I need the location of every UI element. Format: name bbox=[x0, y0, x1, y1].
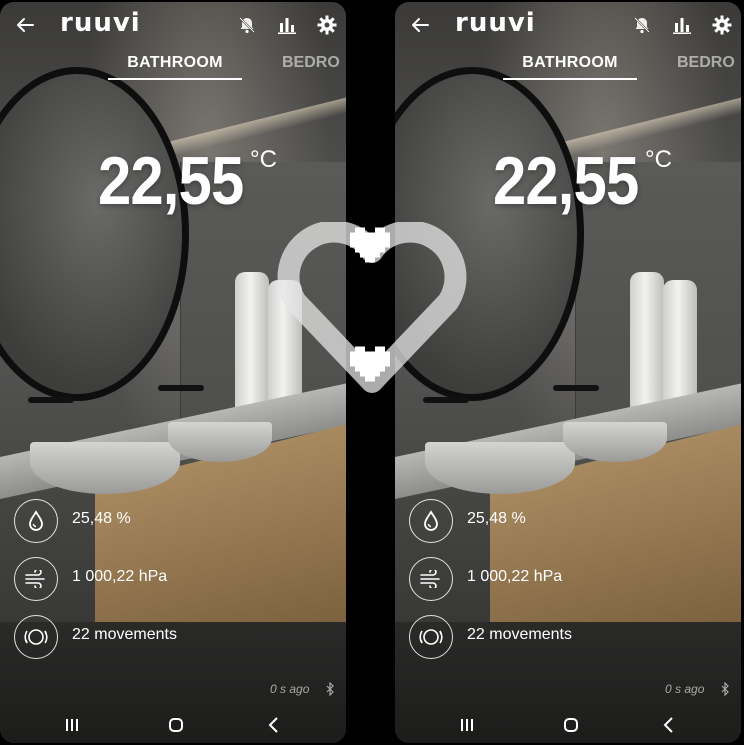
temperature-value: 22,55 bbox=[493, 143, 639, 219]
movement-value: 22 movements bbox=[467, 626, 572, 643]
movement-icon bbox=[14, 615, 58, 659]
movement-row[interactable]: 22 movements bbox=[14, 615, 314, 659]
pressure-row[interactable]: 1 000,22 hPa bbox=[14, 557, 314, 601]
scene-faucet bbox=[553, 385, 599, 391]
back-arrow-icon[interactable] bbox=[14, 14, 36, 36]
temperature-unit: °C bbox=[250, 146, 277, 173]
system-nav-bar bbox=[0, 707, 346, 743]
top-bar: ruuvi bbox=[395, 2, 741, 48]
back-arrow-icon[interactable] bbox=[409, 14, 431, 36]
gear-icon[interactable] bbox=[317, 15, 337, 35]
pixel-heart-icon bbox=[350, 227, 390, 263]
recent-apps-icon[interactable] bbox=[62, 715, 82, 735]
scene-mirror bbox=[0, 67, 189, 401]
bar-chart-icon[interactable] bbox=[672, 15, 692, 35]
gear-icon[interactable] bbox=[712, 15, 732, 35]
temperature-unit: °C bbox=[645, 146, 672, 173]
bell-off-icon[interactable] bbox=[632, 15, 652, 35]
nav-back-icon[interactable] bbox=[264, 715, 284, 735]
location-tabs: BATHROOM BEDRO bbox=[0, 52, 346, 82]
bell-off-icon[interactable] bbox=[237, 15, 257, 35]
last-updated: 0 s ago bbox=[270, 682, 310, 696]
app-logo: ruuvi bbox=[60, 8, 141, 38]
humidity-value: 25,48 % bbox=[467, 510, 526, 527]
location-tabs: BATHROOM BEDRO bbox=[395, 52, 741, 82]
humidity-value: 25,48 % bbox=[72, 510, 131, 527]
recent-apps-icon[interactable] bbox=[457, 715, 477, 735]
pressure-value: 1 000,22 hPa bbox=[467, 568, 563, 585]
tab-bedroom[interactable]: BEDRO bbox=[677, 54, 735, 72]
pixel-heart-icon bbox=[350, 346, 390, 382]
tab-bathroom[interactable]: BATHROOM bbox=[108, 54, 242, 80]
droplet-icon bbox=[14, 499, 58, 543]
bluetooth-icon bbox=[721, 682, 729, 696]
pressure-row[interactable]: 1 000,22 hPa bbox=[409, 557, 709, 601]
pressure-value: 1 000,22 hPa bbox=[72, 568, 168, 585]
tab-bedroom[interactable]: BEDRO bbox=[282, 54, 340, 72]
wind-icon bbox=[409, 557, 453, 601]
scene-towel bbox=[235, 272, 269, 422]
scene-faucet bbox=[158, 385, 204, 391]
humidity-row[interactable]: 25,48 % bbox=[409, 499, 709, 543]
droplet-icon bbox=[409, 499, 453, 543]
scene-faucet bbox=[423, 397, 469, 403]
movement-row[interactable]: 22 movements bbox=[409, 615, 709, 659]
bar-chart-icon[interactable] bbox=[277, 15, 297, 35]
scene-towel bbox=[630, 272, 664, 422]
system-nav-bar bbox=[395, 707, 741, 743]
tab-bathroom[interactable]: BATHROOM bbox=[503, 54, 637, 80]
bluetooth-icon bbox=[326, 682, 334, 696]
app-logo: ruuvi bbox=[455, 8, 536, 38]
temperature-display: 22,55 °C bbox=[493, 142, 672, 220]
temperature-display: 22,55 °C bbox=[98, 142, 277, 220]
nav-back-icon[interactable] bbox=[659, 715, 679, 735]
home-icon[interactable] bbox=[166, 715, 186, 735]
scene-faucet bbox=[28, 397, 74, 403]
last-updated: 0 s ago bbox=[665, 682, 705, 696]
temperature-value: 22,55 bbox=[98, 143, 244, 219]
movement-value: 22 movements bbox=[72, 626, 177, 643]
top-bar: ruuvi bbox=[0, 2, 346, 48]
movement-icon bbox=[409, 615, 453, 659]
home-icon[interactable] bbox=[561, 715, 581, 735]
wind-icon bbox=[14, 557, 58, 601]
humidity-row[interactable]: 25,48 % bbox=[14, 499, 314, 543]
